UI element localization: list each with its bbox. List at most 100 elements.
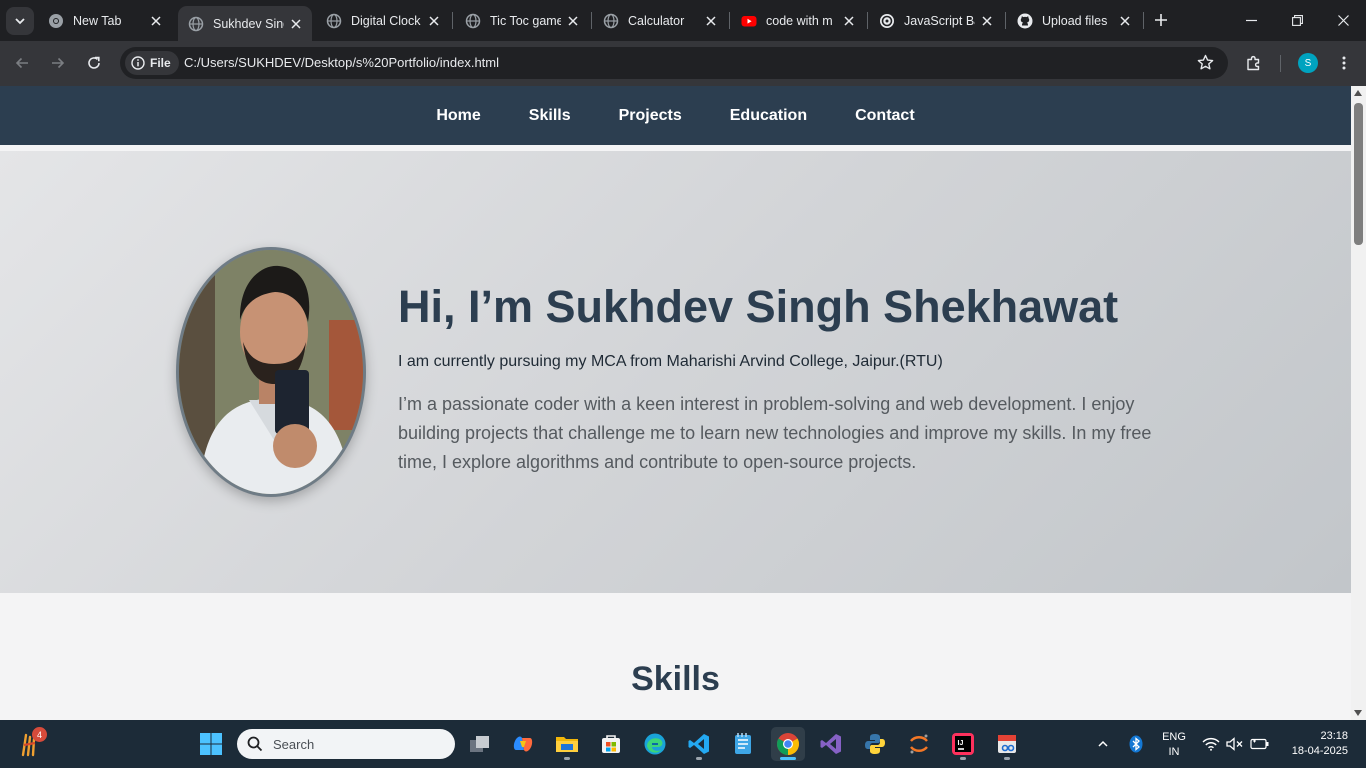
- tab-separator: [867, 12, 868, 29]
- vscode-button[interactable]: [682, 727, 716, 761]
- svg-text:IJ: IJ: [958, 740, 964, 747]
- file-explorer-button[interactable]: [550, 727, 584, 761]
- site-nav: Home Skills Projects Education Contact: [0, 86, 1351, 145]
- clock-time: 23:18: [1320, 730, 1348, 742]
- tab-code-with[interactable]: code with m: [731, 6, 865, 35]
- back-button[interactable]: [8, 49, 36, 77]
- close-icon[interactable]: [148, 13, 164, 29]
- language-indicator[interactable]: ENG IN: [1158, 730, 1190, 760]
- copilot-button[interactable]: [506, 727, 540, 761]
- hero-description: I’m a passionate coder with a keen inter…: [398, 394, 1152, 472]
- globe-icon: [326, 13, 342, 29]
- running-indicator: [960, 757, 966, 760]
- minimize-button[interactable]: [1228, 0, 1274, 40]
- tab-label: Sukhdev Singh: [213, 16, 284, 31]
- new-tab-button[interactable]: [1150, 9, 1172, 31]
- chevron-down-icon: [15, 18, 25, 25]
- more-vert-icon: [1342, 56, 1346, 70]
- tab-search-button[interactable]: [6, 7, 34, 35]
- plus-icon: [1155, 14, 1167, 26]
- nav-education[interactable]: Education: [730, 107, 807, 125]
- windows-taskbar: 4 Search IJ ENG IN 23:18 18-04-2025: [0, 720, 1366, 768]
- task-view-button[interactable]: [463, 727, 497, 761]
- search-icon: [247, 736, 263, 752]
- tab-sukhdev[interactable]: Sukhdev Singh: [178, 6, 312, 41]
- battery-charging-icon: [1250, 738, 1269, 750]
- scroll-up-arrow-icon[interactable]: [1354, 90, 1362, 96]
- show-hidden-icons-button[interactable]: [1089, 727, 1117, 761]
- start-button[interactable]: [194, 727, 228, 761]
- toolbar-divider: [1280, 55, 1281, 72]
- snipping-tool-button[interactable]: [990, 727, 1024, 761]
- close-icon[interactable]: [703, 13, 719, 29]
- nav-home[interactable]: Home: [436, 107, 480, 125]
- tab-label: New Tab: [73, 13, 122, 28]
- wifi-status[interactable]: [1198, 727, 1224, 761]
- arrow-left-icon: [15, 57, 28, 69]
- bluetooth-button[interactable]: [1122, 727, 1150, 761]
- nav-contact[interactable]: Contact: [855, 107, 915, 125]
- menu-button[interactable]: [1330, 49, 1358, 77]
- notepad-button[interactable]: [726, 727, 760, 761]
- running-indicator: [564, 757, 570, 760]
- close-icon: [1337, 14, 1349, 26]
- tab-label: JavaScript Ba: [904, 13, 975, 28]
- chevron-up-icon: [1098, 740, 1108, 747]
- region-label: IN: [1168, 746, 1180, 758]
- tab-new-tab[interactable]: New Tab: [38, 6, 172, 35]
- url-text[interactable]: C:/Users/SUKHDEV/Desktop/s%20Portfolio/i…: [184, 55, 499, 70]
- close-window-button[interactable]: [1320, 0, 1366, 40]
- tab-label: Upload files: [1042, 13, 1108, 28]
- nav-projects[interactable]: Projects: [619, 107, 682, 125]
- visual-studio-button[interactable]: [814, 727, 848, 761]
- address-bar[interactable]: File C:/Users/SUKHDEV/Desktop/s%20Portfo…: [120, 47, 1228, 79]
- intellij-icon: IJ: [952, 733, 974, 755]
- bookmark-star-icon[interactable]: [1197, 54, 1214, 76]
- tab-javascript[interactable]: JavaScript Ba: [869, 6, 1003, 35]
- extensions-button[interactable]: [1240, 49, 1268, 77]
- reload-button[interactable]: [80, 49, 108, 77]
- edge-button[interactable]: [638, 727, 672, 761]
- clock-date: 18-04-2025: [1291, 745, 1348, 757]
- tab-calculator[interactable]: Calculator: [593, 6, 727, 35]
- restore-icon: [1291, 14, 1303, 26]
- taskbar-search[interactable]: Search: [237, 729, 455, 759]
- battery-status[interactable]: [1246, 727, 1274, 761]
- tab-digital-clock[interactable]: Digital Clock: [316, 6, 450, 35]
- scrollbar-thumb[interactable]: [1354, 103, 1363, 245]
- close-icon[interactable]: [288, 16, 304, 32]
- snipping-tool-icon: [998, 735, 1016, 753]
- widgets-button[interactable]: 4: [14, 727, 48, 761]
- restore-button[interactable]: [1274, 0, 1320, 40]
- volume-status[interactable]: [1222, 727, 1248, 761]
- edge-icon: [644, 733, 666, 755]
- chrome-button[interactable]: [771, 727, 805, 761]
- tab-separator: [729, 12, 730, 29]
- nav-skills[interactable]: Skills: [529, 107, 571, 125]
- profile-avatar[interactable]: S: [1298, 53, 1318, 73]
- site-info-chip[interactable]: File: [125, 51, 179, 75]
- intellij-button[interactable]: IJ: [946, 727, 980, 761]
- close-icon[interactable]: [565, 13, 581, 29]
- task-view-icon: [470, 736, 489, 752]
- python-icon: [865, 734, 885, 754]
- widgets-badge: 4: [32, 727, 47, 742]
- python-button[interactable]: [858, 727, 892, 761]
- close-icon[interactable]: [979, 13, 995, 29]
- jupyter-button[interactable]: [902, 727, 936, 761]
- forward-button[interactable]: [44, 49, 72, 77]
- tab-upload-files[interactable]: Upload files: [1007, 6, 1141, 35]
- close-icon[interactable]: [426, 13, 442, 29]
- store-button[interactable]: [594, 727, 628, 761]
- chrome-icon: [777, 733, 799, 755]
- close-icon[interactable]: [841, 13, 857, 29]
- globe-icon: [465, 13, 481, 29]
- scroll-down-arrow-icon[interactable]: [1354, 710, 1362, 716]
- close-icon[interactable]: [1117, 13, 1133, 29]
- arrow-right-icon: [52, 57, 65, 69]
- wifi-icon: [1202, 737, 1220, 751]
- tab-tic-toc[interactable]: Tic Toc game: [455, 6, 589, 35]
- clock[interactable]: 23:18 18-04-2025: [1280, 729, 1362, 759]
- page-scrollbar[interactable]: [1351, 86, 1366, 720]
- folder-icon: [556, 737, 578, 752]
